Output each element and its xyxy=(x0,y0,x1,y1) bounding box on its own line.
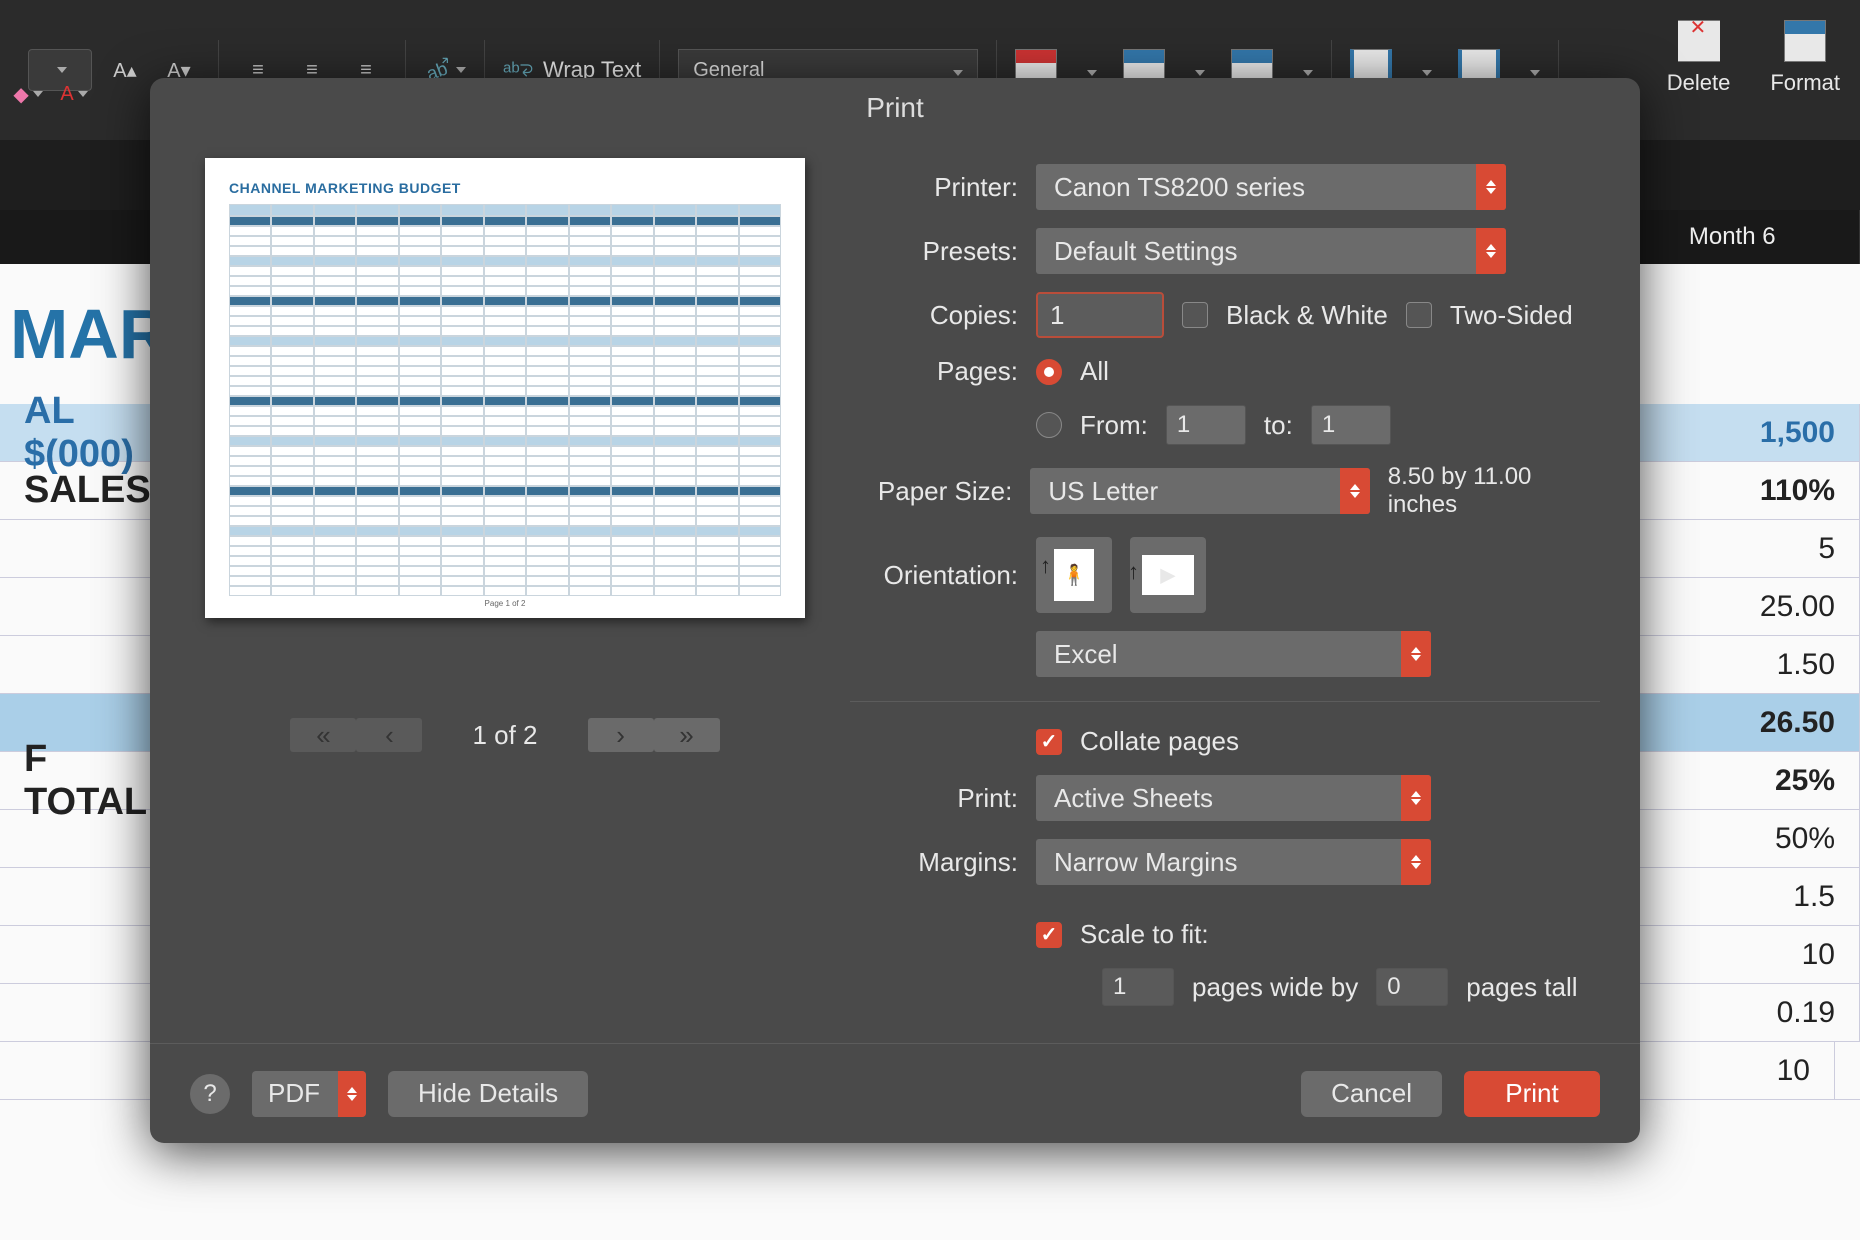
collate-checkbox[interactable] xyxy=(1036,729,1062,755)
orientation-landscape-button[interactable]: ↑▶ xyxy=(1130,537,1206,613)
orientation-label: Orientation: xyxy=(850,560,1018,591)
pages-from-label: From: xyxy=(1080,410,1148,441)
margins-select[interactable]: Narrow Margins xyxy=(1036,839,1431,885)
format-cells-icon[interactable] xyxy=(1784,20,1826,62)
stepper-arrows-icon xyxy=(1401,631,1431,677)
col-header-month6[interactable]: Month 6 xyxy=(1605,210,1860,264)
stepper-arrows-icon xyxy=(1476,164,1506,210)
format-label[interactable]: Format xyxy=(1770,70,1840,96)
scale-to-fit-label: Scale to fit: xyxy=(1080,919,1209,950)
pages-from-input[interactable] xyxy=(1166,405,1246,445)
stepper-arrows-icon xyxy=(1401,775,1431,821)
page-indicator: 1 of 2 xyxy=(472,720,537,751)
delete-label[interactable]: Delete xyxy=(1667,70,1731,96)
print-what-label: Print: xyxy=(850,783,1018,814)
presets-value: Default Settings xyxy=(1054,236,1238,267)
paper-size-label: Paper Size: xyxy=(850,476,1012,507)
prev-page-button[interactable]: ‹ xyxy=(356,718,422,752)
margins-value: Narrow Margins xyxy=(1054,847,1238,878)
pages-range-radio[interactable] xyxy=(1036,412,1062,438)
printer-value: Canon TS8200 series xyxy=(1054,172,1305,203)
person-side-icon: ▶ xyxy=(1160,563,1175,588)
cancel-button[interactable]: Cancel xyxy=(1301,1071,1442,1117)
margins-label: Margins: xyxy=(850,847,1018,878)
preview-doc-title: CHANNEL MARKETING BUDGET xyxy=(229,180,781,196)
stepper-arrows-icon xyxy=(338,1071,366,1117)
print-form: Printer: Canon TS8200 series Presets: De… xyxy=(850,158,1600,1006)
orientation-portrait-button[interactable]: ↑🧍 xyxy=(1036,537,1112,613)
preview-footer: Page 1 of 2 xyxy=(205,599,805,608)
svg-text:ab: ab xyxy=(503,60,520,77)
stepper-arrows-icon xyxy=(1401,839,1431,885)
print-preview-pane: CHANNEL MARKETING BUDGET /*rows generate… xyxy=(200,158,810,1006)
pages-tall-label: pages tall xyxy=(1466,972,1577,1003)
dialog-title: Print xyxy=(150,78,1640,138)
print-what-value: Active Sheets xyxy=(1054,783,1213,814)
pages-all-label: All xyxy=(1080,356,1109,387)
next-page-button[interactable]: › xyxy=(588,718,654,752)
pages-to-input[interactable] xyxy=(1311,405,1391,445)
help-icon: ? xyxy=(203,1080,216,1108)
arrow-up-icon: ↑ xyxy=(1128,559,1139,585)
last-page-button[interactable]: » xyxy=(654,718,720,752)
preview-pager: « ‹ 1 of 2 › » xyxy=(290,718,719,752)
two-sided-checkbox[interactable] xyxy=(1406,302,1432,328)
copies-label: Copies: xyxy=(850,300,1018,331)
pages-label: Pages: xyxy=(850,356,1018,387)
app-options-value: Excel xyxy=(1054,639,1118,670)
divider xyxy=(850,701,1600,702)
stepper-arrows-icon xyxy=(1340,468,1370,514)
two-sided-label: Two-Sided xyxy=(1450,300,1573,331)
printer-label: Printer: xyxy=(850,172,1018,203)
fill-color-dropdown[interactable]: ◆ xyxy=(14,80,42,108)
pdf-label: PDF xyxy=(268,1078,320,1109)
print-dialog: Print CHANNEL MARKETING BUDGET /*rows ge… xyxy=(150,78,1640,1143)
printer-select[interactable]: Canon TS8200 series xyxy=(1036,164,1506,210)
delete-cells-icon[interactable]: ✕ xyxy=(1678,20,1720,62)
pages-to-label: to: xyxy=(1264,410,1293,441)
collate-label: Collate pages xyxy=(1080,726,1239,757)
help-button[interactable]: ? xyxy=(190,1074,230,1114)
font-color-dropdown[interactable]: A xyxy=(60,80,88,108)
print-what-select[interactable]: Active Sheets xyxy=(1036,775,1431,821)
bw-label: Black & White xyxy=(1226,300,1388,331)
print-button[interactable]: Print xyxy=(1464,1071,1600,1117)
presets-label: Presets: xyxy=(850,236,1018,267)
pages-wide-by-label: pages wide by xyxy=(1192,972,1358,1003)
arrow-up-icon: ↑ xyxy=(1040,553,1051,579)
preview-page: CHANNEL MARKETING BUDGET /*rows generate… xyxy=(205,158,805,618)
app-options-select[interactable]: Excel xyxy=(1036,631,1431,677)
pages-all-radio[interactable] xyxy=(1036,359,1062,385)
person-icon: 🧍 xyxy=(1062,563,1087,588)
copies-input[interactable] xyxy=(1036,292,1164,338)
first-page-button[interactable]: « xyxy=(290,718,356,752)
presets-select[interactable]: Default Settings xyxy=(1036,228,1506,274)
preview-grid: /*rows generated below*/ xyxy=(229,204,781,596)
paper-size-value: US Letter xyxy=(1048,476,1158,507)
dialog-footer: ? PDF Hide Details Cancel Print xyxy=(150,1043,1640,1143)
paper-dimensions: 8.50 by 11.00 inches xyxy=(1388,463,1600,519)
pdf-dropdown[interactable]: PDF xyxy=(252,1071,366,1117)
bw-checkbox[interactable] xyxy=(1182,302,1208,328)
pages-wide-input[interactable] xyxy=(1102,968,1174,1006)
scale-to-fit-checkbox[interactable] xyxy=(1036,922,1062,948)
pages-tall-input[interactable] xyxy=(1376,968,1448,1006)
stepper-arrows-icon xyxy=(1476,228,1506,274)
paper-size-select[interactable]: US Letter xyxy=(1030,468,1369,514)
increase-font-icon[interactable]: A▴ xyxy=(104,49,146,91)
hide-details-button[interactable]: Hide Details xyxy=(388,1071,588,1117)
